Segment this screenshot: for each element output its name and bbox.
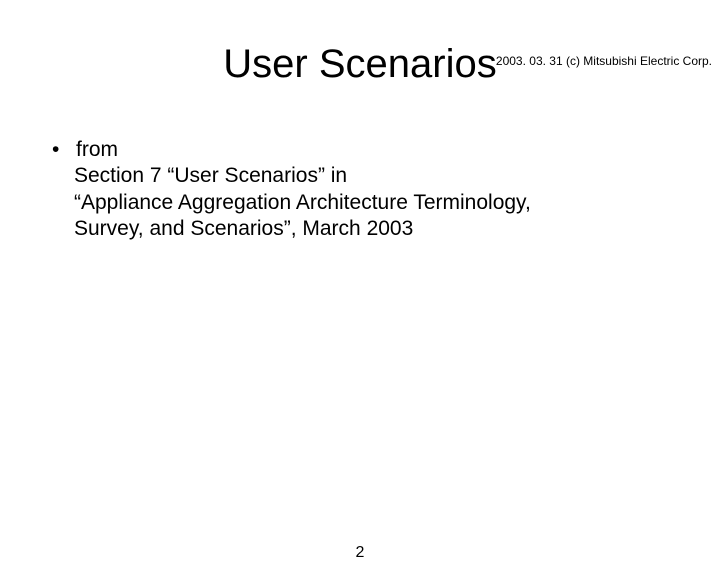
bullet-marker: • [50,137,76,163]
body-content: • from Section 7 “User Scenarios” in “Ap… [50,137,680,242]
bullet-item: • from [50,137,680,163]
body-line-2: “Appliance Aggregation Architecture Term… [74,190,680,216]
header-copyright: 2003. 03. 31 (c) Mitsubishi Electric Cor… [496,54,712,68]
body-line-3: Survey, and Scenarios”, March 2003 [74,216,680,242]
body-line-1: Section 7 “User Scenarios” in [74,163,680,189]
page-number: 2 [0,544,720,562]
bullet-lead-text: from [76,137,680,163]
